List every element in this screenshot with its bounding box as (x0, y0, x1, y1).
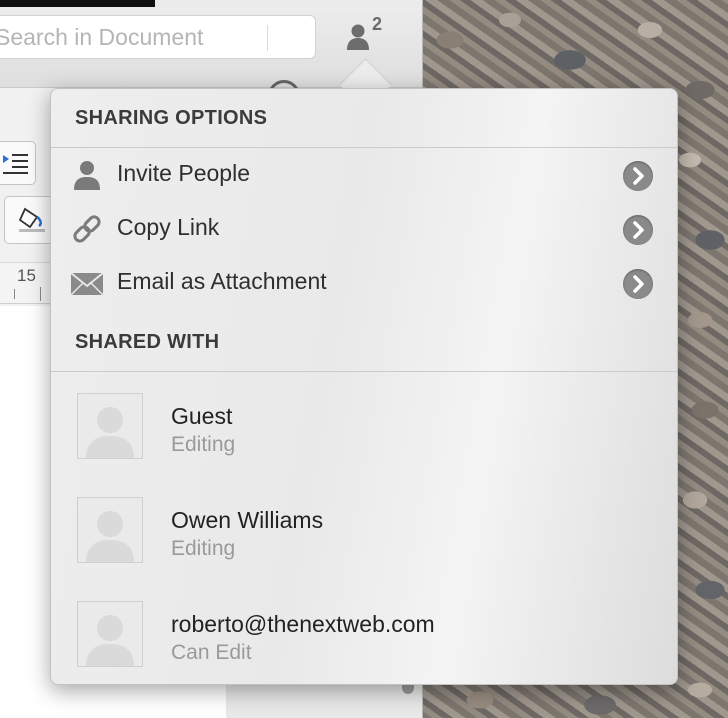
user-permission: Editing (171, 433, 236, 456)
search-divider (267, 25, 268, 51)
copy-link-label: Copy Link (117, 214, 220, 240)
sharing-options-header: SHARING OPTIONS (75, 107, 268, 129)
ruler-tick (40, 287, 41, 301)
user-permission: Can Edit (171, 641, 252, 664)
list-indent-button[interactable] (0, 141, 36, 185)
email-attachment-arrow-button[interactable] (623, 269, 653, 299)
avatar (77, 497, 143, 563)
link-icon (73, 215, 101, 243)
user-name: roberto@thenextweb.com (171, 611, 435, 637)
search-input[interactable] (0, 23, 257, 51)
email-attachment-option[interactable]: Email as Attachment (51, 256, 677, 310)
title-bar (0, 0, 155, 7)
person-icon (74, 161, 100, 190)
person-icon (347, 24, 369, 50)
ruler-tick (14, 289, 15, 299)
shared-user-row[interactable]: roberto@thenextweb.com Can Edit (51, 601, 677, 705)
avatar-placeholder-icon (86, 511, 134, 562)
chevron-right-icon (633, 221, 644, 239)
avatar-placeholder-icon (86, 615, 134, 666)
avatar-placeholder-icon (86, 407, 134, 458)
email-attachment-label: Email as Attachment (117, 268, 327, 294)
invite-people-arrow-button[interactable] (623, 161, 653, 191)
copy-link-option[interactable]: Copy Link (51, 202, 677, 256)
avatar (77, 393, 143, 459)
sharing-popover: SHARING OPTIONS Invite People Copy Link (50, 88, 678, 685)
list-indent-icon (3, 154, 28, 174)
copy-link-arrow-button[interactable] (623, 215, 653, 245)
user-name: Owen Williams (171, 507, 324, 533)
shared-user-row[interactable]: Guest Editing (51, 393, 677, 497)
share-count-badge: 2 (372, 14, 383, 34)
invite-people-option[interactable]: Invite People (51, 148, 677, 202)
chevron-right-icon (633, 167, 644, 185)
divider (51, 371, 677, 372)
shared-user-row[interactable]: Owen Williams Editing (51, 497, 677, 601)
user-name: Guest (171, 403, 233, 429)
share-button[interactable]: 2 (344, 14, 392, 56)
chevron-right-icon (633, 275, 644, 293)
ruler-label: 15 (17, 266, 36, 285)
envelope-icon (70, 272, 104, 296)
user-permission: Editing (171, 537, 236, 560)
shared-with-header: SHARED WITH (75, 331, 220, 353)
invite-people-label: Invite People (117, 160, 250, 186)
search-field[interactable] (0, 15, 316, 59)
paint-bucket-icon (18, 207, 45, 232)
avatar (77, 601, 143, 667)
